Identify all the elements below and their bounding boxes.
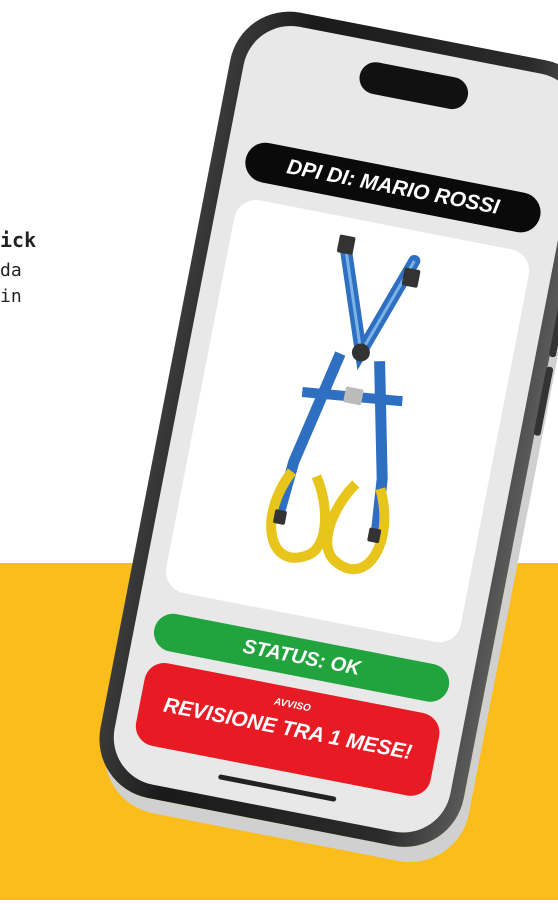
phone-side-button — [533, 366, 554, 437]
background-text-line-3: in — [0, 286, 22, 307]
background-text-line-1: ick — [0, 228, 37, 252]
harness-icon — [266, 234, 421, 575]
phone-side-button — [548, 287, 558, 358]
phone-screen: DPI DI: MARIO ROSSI STATUS: OK AVVISO RE… — [105, 17, 558, 841]
dynamic-island — [356, 59, 471, 112]
background-text-line-2: da — [0, 260, 22, 281]
smartphone: DPI DI: MARIO ROSSI STATUS: OK AVVISO RE… — [70, 0, 558, 910]
phone-frame: DPI DI: MARIO ROSSI STATUS: OK AVVISO RE… — [89, 1, 558, 858]
product-image-card[interactable] — [162, 196, 533, 647]
